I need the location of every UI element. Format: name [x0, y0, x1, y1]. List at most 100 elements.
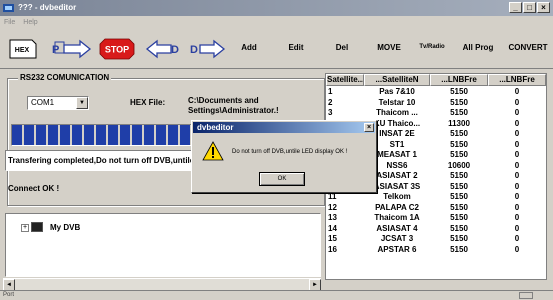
- table-cell: 12: [328, 202, 337, 212]
- all-prog-button[interactable]: All Prog: [458, 43, 498, 52]
- table-row[interactable]: 13 Thaicom 1A 5150 0: [326, 213, 546, 224]
- dialog-close-button[interactable]: ×: [364, 123, 374, 132]
- tv-radio-button[interactable]: Tv/Radio: [417, 44, 447, 50]
- table-cell: 0: [514, 192, 520, 201]
- table-cell: 5150: [450, 129, 468, 138]
- table-row[interactable]: 12 PALAPA C2 5150 0: [326, 203, 546, 214]
- db-right-button[interactable]: D: [190, 37, 226, 61]
- hex-document-icon: HEX: [9, 39, 37, 59]
- table-cell: Telstar 10: [378, 97, 416, 107]
- table-cell: 0: [514, 213, 520, 222]
- message-dialog: dvbeditor × Do not turn off DVB,untile L…: [191, 120, 377, 193]
- table-cell: 3: [328, 108, 333, 117]
- hex-file-label: HEX File:: [130, 98, 166, 107]
- table-cell: 15: [328, 234, 337, 243]
- svg-text:P: P: [52, 44, 59, 56]
- table-cell: 16: [328, 244, 337, 254]
- table-cell: 0: [514, 202, 520, 212]
- table-cell: 5150: [450, 181, 468, 191]
- svg-text:D: D: [171, 44, 179, 56]
- add-button[interactable]: Add: [236, 43, 262, 52]
- move-button[interactable]: MOVE: [374, 43, 404, 52]
- table-cell: 11: [328, 192, 337, 201]
- table-cell: 5150: [450, 244, 468, 254]
- chevron-down-icon[interactable]: ▼: [76, 97, 88, 109]
- edit-button[interactable]: Edit: [284, 43, 308, 52]
- column-header[interactable]: ...LNBFre: [430, 74, 488, 86]
- table-cell: JCSAT 3: [380, 234, 414, 243]
- vertical-scrollbar[interactable]: [547, 73, 553, 280]
- dialog-message: Do not turn off DVB,untile LED display O…: [232, 149, 348, 155]
- window-title: ??? - dvbeditor: [18, 3, 77, 12]
- table-row[interactable]: 2 Telstar 10 5150 0: [326, 98, 546, 109]
- left-arrow-db-icon: D: [145, 39, 179, 59]
- table-cell: 0: [514, 160, 520, 170]
- table-cell: 10600: [447, 160, 471, 170]
- table-row[interactable]: 16 APSTAR 6 5150 0: [326, 245, 546, 256]
- com-port-value: COM1: [31, 98, 55, 107]
- table-cell: ASIASAT 4: [376, 223, 418, 233]
- menu-help[interactable]: Help: [23, 16, 37, 29]
- table-row[interactable]: 1 Pas 7&10 5150 0: [326, 87, 546, 98]
- table-row[interactable]: 15 JCSAT 3 5150 0: [326, 234, 546, 245]
- convert-button[interactable]: CONVERT: [505, 43, 551, 52]
- download-db-button[interactable]: D: [145, 37, 183, 61]
- table-row[interactable]: 14 ASIASAT 4 5150 0: [326, 224, 546, 235]
- table-row[interactable]: 11 Telkom 5150 0: [326, 192, 546, 203]
- column-header[interactable]: Satellite...: [326, 74, 364, 86]
- table-cell: 0: [514, 223, 520, 233]
- statusbar-port-label: Port: [3, 292, 15, 298]
- table-cell: 0: [514, 129, 520, 138]
- del-button[interactable]: Del: [330, 43, 354, 52]
- maximize-button[interactable]: □: [523, 2, 536, 13]
- table-cell: Thaicom 1A: [374, 213, 420, 222]
- table-cell: 0: [514, 139, 520, 149]
- table-cell: 0: [514, 87, 520, 96]
- app-icon: [3, 4, 14, 12]
- table-cell: 5150: [450, 87, 468, 96]
- table-cell: APSTAR 6: [377, 244, 417, 254]
- hex-file-path-line2: Settings\Administrator.!: [188, 106, 279, 115]
- warning-icon: [202, 141, 224, 161]
- table-cell: 5150: [450, 150, 468, 159]
- toolbar: HEX P STOP D D Add Edit Del MOVE Tv/Radi…: [0, 29, 553, 69]
- connect-status: Connect OK !: [8, 184, 60, 193]
- table-cell: 11300: [448, 118, 470, 128]
- stop-sign-icon: STOP: [99, 38, 135, 60]
- table-cell: 0: [514, 97, 520, 107]
- table-cell: 5150: [450, 202, 468, 212]
- table-cell: 5150: [450, 139, 468, 149]
- upload-pc-button[interactable]: P: [52, 37, 92, 61]
- com-port-select[interactable]: COM1 ▼: [27, 96, 89, 110]
- table-cell: 1: [328, 87, 333, 96]
- table-cell: 0: [514, 244, 520, 254]
- window-titlebar: ??? - dvbeditor _ □ ×: [0, 0, 553, 16]
- column-header[interactable]: ...LNBFre: [488, 74, 546, 86]
- rs232-legend: RS232 COMUNICATION: [18, 73, 112, 82]
- table-cell: 0: [514, 181, 520, 191]
- table-cell: Thaicom ...: [376, 108, 418, 117]
- table-row[interactable]: 3 Thaicom ... 5150 0: [326, 108, 546, 119]
- hex-button[interactable]: HEX: [8, 37, 38, 61]
- close-button[interactable]: ×: [537, 2, 550, 13]
- table-cell: 0: [514, 150, 520, 159]
- table-cell: 5150: [450, 192, 468, 201]
- horizontal-scrollbar[interactable]: ◄ ►: [3, 278, 321, 291]
- menu-file[interactable]: File: [4, 16, 15, 29]
- table-cell: 14: [328, 223, 337, 233]
- stop-button[interactable]: STOP: [99, 37, 135, 61]
- table-cell: Pas 7&10: [379, 87, 415, 96]
- pc-right-arrow-icon: P: [52, 39, 92, 59]
- stop-label: STOP: [105, 45, 129, 55]
- expand-icon[interactable]: +: [21, 224, 29, 232]
- resize-grip-icon[interactable]: [519, 292, 533, 299]
- hex-file-path-line1: C:\Documents and: [188, 96, 259, 105]
- dialog-ok-button[interactable]: OK: [259, 172, 305, 186]
- table-cell: 0: [514, 108, 520, 117]
- svg-text:D: D: [190, 44, 198, 56]
- minimize-button[interactable]: _: [509, 2, 522, 13]
- db-right-arrow-icon: D: [190, 39, 226, 59]
- column-header[interactable]: ...SatelliteN: [364, 74, 430, 86]
- tree-root-my-dvb[interactable]: My DVB: [50, 223, 80, 232]
- table-cell: 5150: [450, 223, 468, 233]
